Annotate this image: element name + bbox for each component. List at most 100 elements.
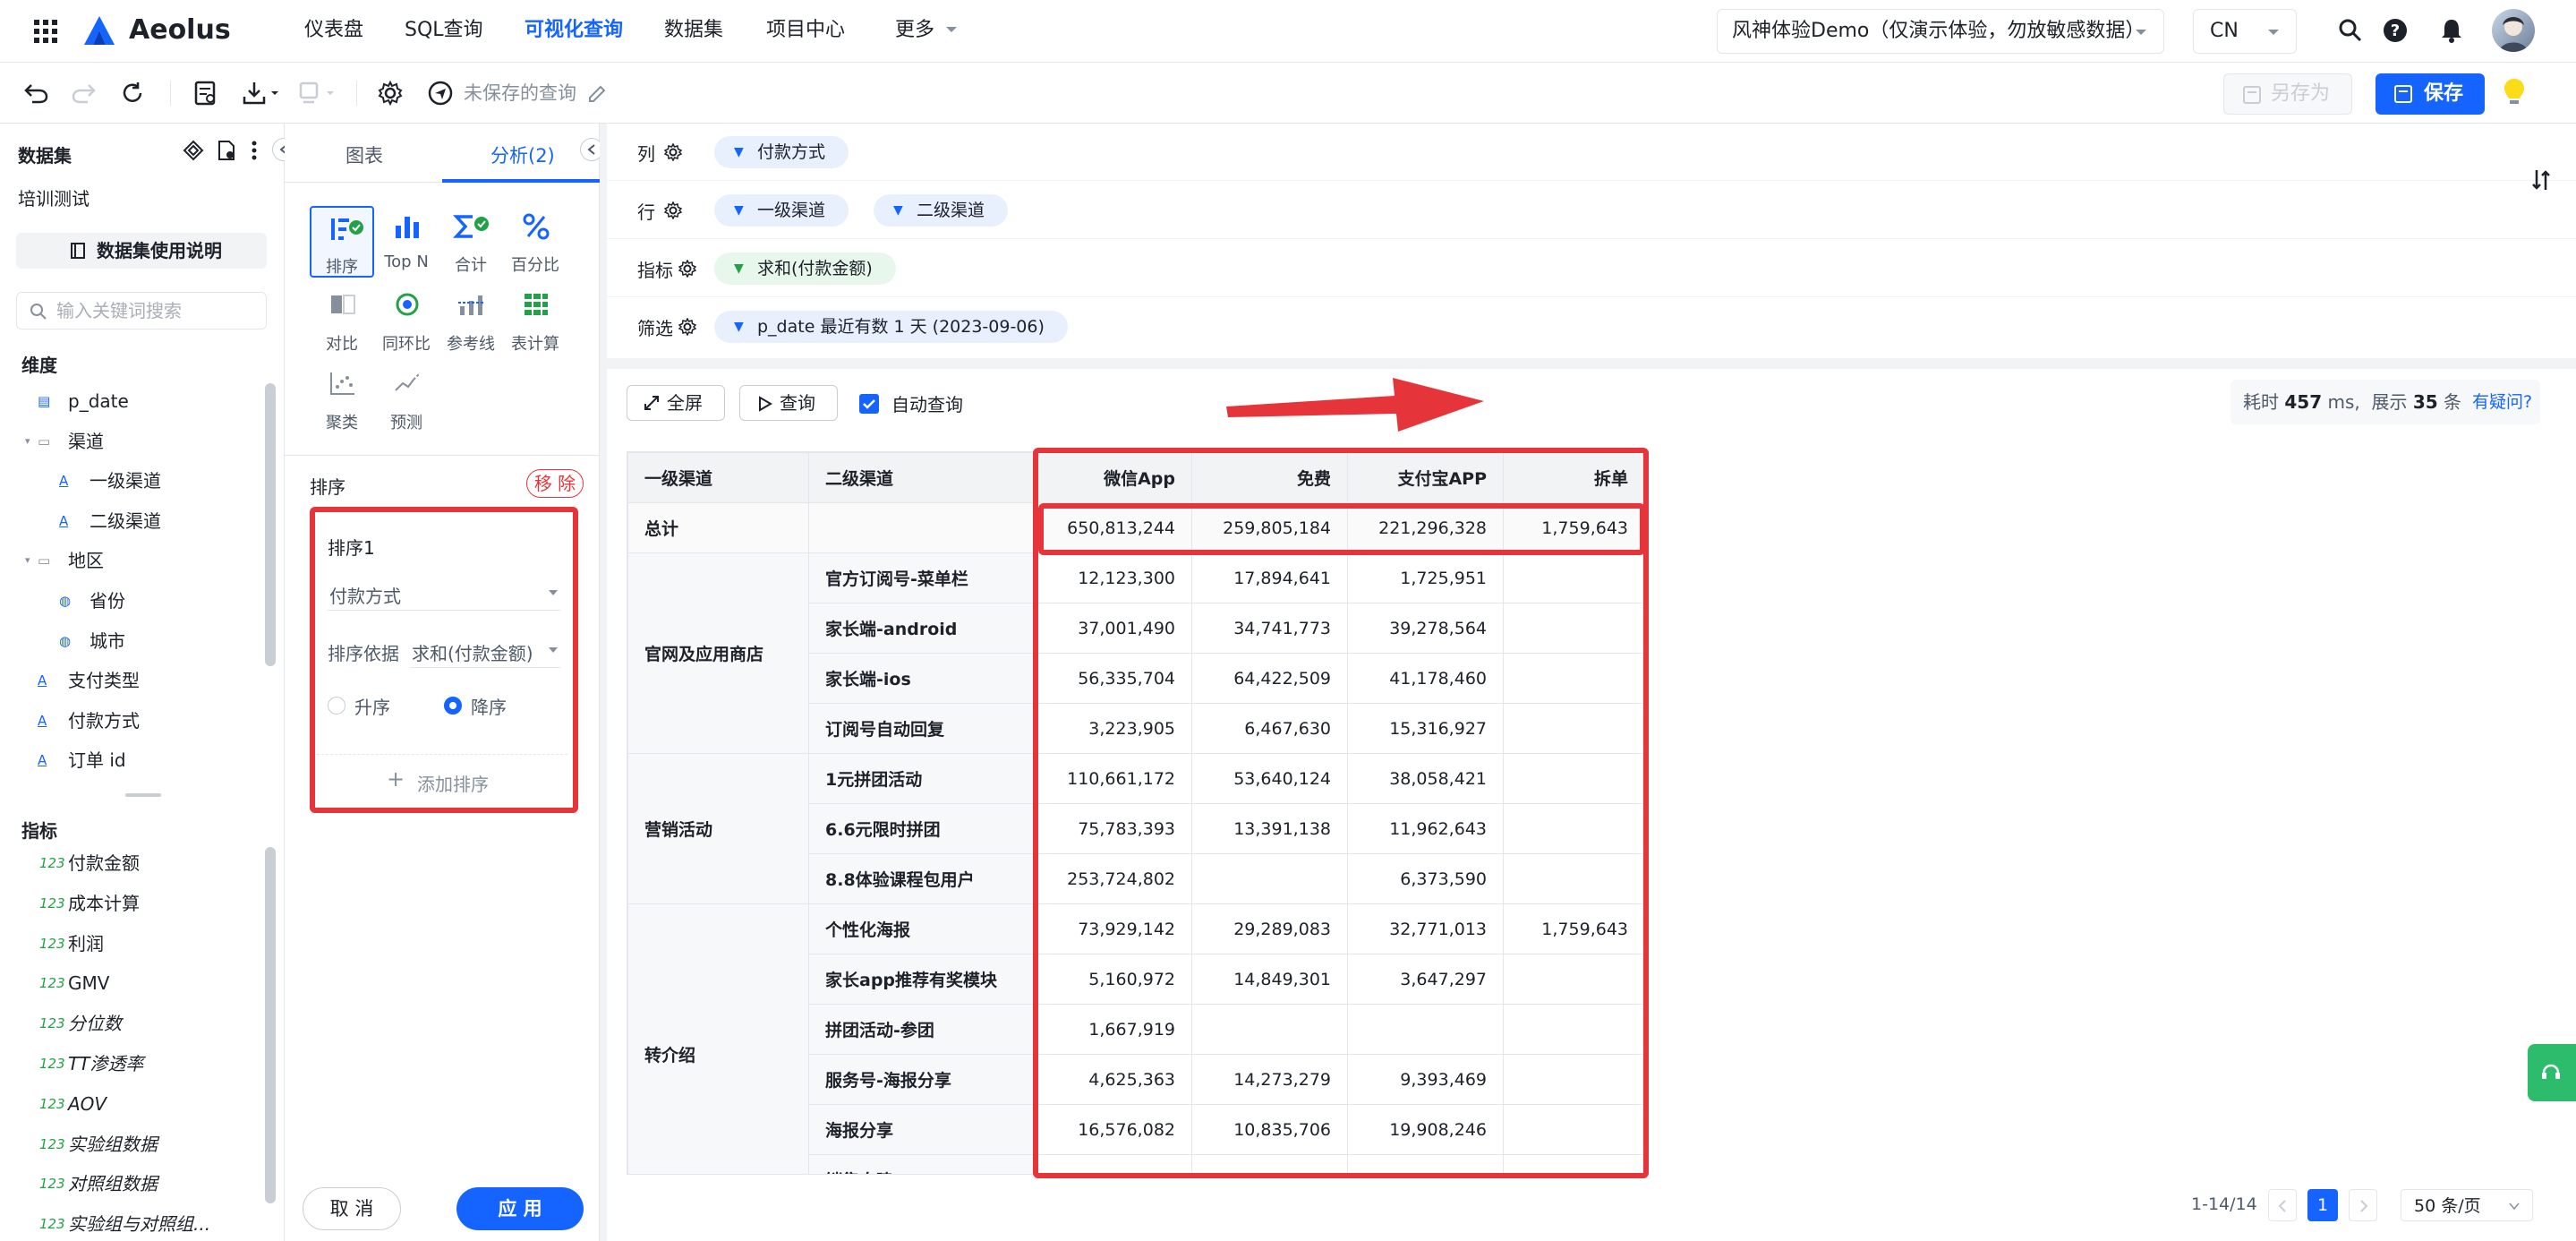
field-pill[interactable]: ▼ 求和(付款金额) bbox=[714, 252, 896, 285]
field-search-input[interactable]: 输入关键词搜索 bbox=[16, 292, 267, 330]
measure-item[interactable]: 123 TT渗透率 bbox=[0, 1044, 260, 1083]
undo-icon[interactable] bbox=[20, 77, 52, 109]
tool-compare[interactable]: 对比 bbox=[310, 285, 374, 356]
tab-analysis[interactable]: 分析(2) bbox=[490, 141, 555, 168]
field-pill[interactable]: ▼ 付款方式 bbox=[714, 136, 849, 168]
dimension-item[interactable]: A 二级渠道 bbox=[0, 501, 260, 541]
sort-asc-radio[interactable]: 升序 bbox=[328, 691, 417, 718]
tab-chart[interactable]: 图表 bbox=[345, 141, 383, 168]
column-header[interactable]: 一级渠道 bbox=[627, 452, 809, 503]
auto-query-checkbox[interactable] bbox=[859, 394, 879, 414]
shelf-settings-gear-icon[interactable] bbox=[678, 260, 696, 278]
sort-desc-radio[interactable]: 降序 bbox=[444, 691, 533, 718]
avatar[interactable] bbox=[2492, 9, 2535, 52]
measure-scrollbar[interactable] bbox=[265, 847, 276, 1203]
sort-field-select[interactable]: 付款方式 bbox=[328, 573, 560, 611]
tool-percent[interactable]: 百分比 bbox=[503, 206, 567, 278]
sort-basis-select[interactable]: 求和(付款金额) bbox=[410, 630, 560, 668]
tool-top-n[interactable]: Top N bbox=[374, 206, 439, 278]
column-header[interactable]: 拆单 bbox=[1503, 452, 1642, 503]
measure-item[interactable]: 123 利润 bbox=[0, 924, 260, 963]
shelf-settings-gear-icon[interactable] bbox=[678, 318, 696, 336]
measure-item[interactable]: 123 实验组与对照组... bbox=[0, 1204, 260, 1241]
column-header[interactable]: 二级渠道 bbox=[808, 452, 1036, 503]
dimension-item[interactable]: ◍ 城市 bbox=[0, 621, 260, 661]
expand-caret-icon[interactable]: ▾ bbox=[25, 422, 30, 461]
field-pill[interactable]: ▼ 二级渠道 bbox=[874, 194, 1009, 227]
resize-handle[interactable] bbox=[125, 793, 161, 797]
document-icon[interactable] bbox=[217, 140, 236, 161]
edit-pencil-icon[interactable] bbox=[587, 84, 607, 104]
column-header[interactable]: 支付宝APP bbox=[1347, 452, 1504, 503]
page-1-button[interactable]: 1 bbox=[2307, 1189, 2338, 1221]
dimension-item[interactable]: ◍ 省份 bbox=[0, 581, 260, 620]
tool-sort[interactable]: 排序 bbox=[310, 206, 374, 278]
dimension-scrollbar[interactable] bbox=[265, 383, 276, 666]
next-page-button[interactable] bbox=[2349, 1189, 2377, 1221]
field-pill[interactable]: ▼ 一级渠道 bbox=[714, 194, 849, 227]
dimension-item[interactable]: A 一级渠道 bbox=[0, 461, 260, 501]
feedback-side-button[interactable] bbox=[2528, 1044, 2576, 1101]
tool-period-compare[interactable]: 同环比 bbox=[374, 285, 439, 356]
measure-item[interactable]: 123 成本计算 bbox=[0, 884, 260, 923]
dimension-item[interactable]: ▾ ▭ 渠道 bbox=[0, 422, 260, 461]
dimension-item[interactable]: A 支付类型 bbox=[0, 661, 260, 700]
remove-sort-button[interactable]: 移 除 bbox=[526, 469, 584, 498]
measure-item[interactable]: 123 实验组数据 bbox=[0, 1125, 260, 1164]
dimension-item[interactable]: ▾ ▭ 地区 bbox=[0, 541, 260, 580]
measure-item[interactable]: 123 分位数 bbox=[0, 1004, 260, 1043]
tool-sum[interactable]: 合计 bbox=[439, 206, 503, 278]
column-header[interactable]: 微信App bbox=[1036, 452, 1192, 503]
aeolus-logo-icon[interactable] bbox=[84, 16, 115, 45]
shelf-settings-gear-icon[interactable] bbox=[664, 143, 682, 161]
measure-item[interactable]: 123 付款金额 bbox=[0, 843, 260, 883]
region-select[interactable]: CN bbox=[2193, 9, 2297, 54]
nav-item[interactable]: 数据集 bbox=[664, 0, 723, 63]
cancel-button[interactable]: 取 消 bbox=[303, 1187, 401, 1230]
nav-item[interactable]: 更多 bbox=[895, 0, 934, 63]
tool-cluster[interactable]: 聚类 bbox=[310, 364, 374, 435]
nav-item[interactable]: 仪表盘 bbox=[304, 0, 363, 63]
prev-page-button[interactable] bbox=[2268, 1189, 2297, 1221]
apply-button[interactable]: 应 用 bbox=[456, 1187, 584, 1230]
help-link[interactable]: 有疑问? bbox=[2472, 380, 2532, 424]
more-vertical-icon[interactable] bbox=[251, 140, 258, 161]
send-icon[interactable] bbox=[424, 77, 456, 109]
link-icon[interactable] bbox=[183, 140, 204, 161]
shelf-settings-gear-icon[interactable] bbox=[664, 201, 682, 219]
tool-table-calc[interactable]: 表计算 bbox=[503, 285, 567, 356]
nav-item[interactable]: 可视化查询 bbox=[525, 0, 623, 63]
measure-item[interactable]: 123 对照组数据 bbox=[0, 1164, 260, 1203]
save-as-button[interactable]: 另存为 bbox=[2223, 73, 2352, 115]
lightbulb-icon[interactable] bbox=[2503, 77, 2526, 107]
dataset-usage-button[interactable]: 数据集使用说明 bbox=[16, 233, 267, 269]
redo-icon[interactable] bbox=[68, 77, 100, 109]
measure-item[interactable]: 123 GMV bbox=[0, 963, 260, 1003]
sql-view-icon[interactable] bbox=[190, 77, 222, 109]
column-header[interactable]: 免费 bbox=[1191, 452, 1348, 503]
search-icon[interactable] bbox=[2338, 18, 2363, 43]
run-query-button[interactable]: 查询 bbox=[739, 385, 838, 421]
refresh-icon[interactable] bbox=[116, 77, 149, 109]
download-icon[interactable] bbox=[240, 77, 285, 109]
add-sort-button[interactable]: + 添加排序 bbox=[317, 759, 567, 806]
project-select[interactable]: 风神体验Demo（仅演示体验，勿放敏感数据） bbox=[1717, 9, 2164, 54]
nav-item[interactable]: SQL查询 bbox=[405, 0, 483, 63]
tool-reference-line[interactable]: 参考线 bbox=[439, 285, 503, 356]
tool-forecast[interactable]: 预测 bbox=[374, 364, 439, 435]
measure-item[interactable]: 123 AOV bbox=[0, 1084, 260, 1124]
settings-gear-icon[interactable] bbox=[374, 77, 406, 109]
dimension-item[interactable]: A 付款方式 bbox=[0, 701, 260, 740]
chevron-down-icon[interactable] bbox=[945, 25, 958, 34]
nav-item[interactable]: 项目中心 bbox=[766, 0, 845, 63]
dimension-item[interactable]: A 订单 id bbox=[0, 740, 260, 780]
dataset-name[interactable]: 培训测试 bbox=[18, 184, 90, 210]
field-pill[interactable]: ▼ p_date 最近有数 1 天 (2023-09-06) bbox=[714, 311, 1068, 343]
dimension-item[interactable]: ▤ p_date bbox=[0, 381, 260, 421]
expand-caret-icon[interactable]: ▾ bbox=[25, 541, 30, 580]
app-name[interactable]: Aeolus bbox=[129, 0, 231, 63]
help-icon[interactable]: ? bbox=[2383, 18, 2408, 43]
page-size-select[interactable]: 50 条/页 bbox=[2401, 1189, 2533, 1221]
app-grid-icon[interactable] bbox=[34, 20, 57, 43]
fullscreen-button[interactable]: 全屏 bbox=[627, 385, 725, 421]
